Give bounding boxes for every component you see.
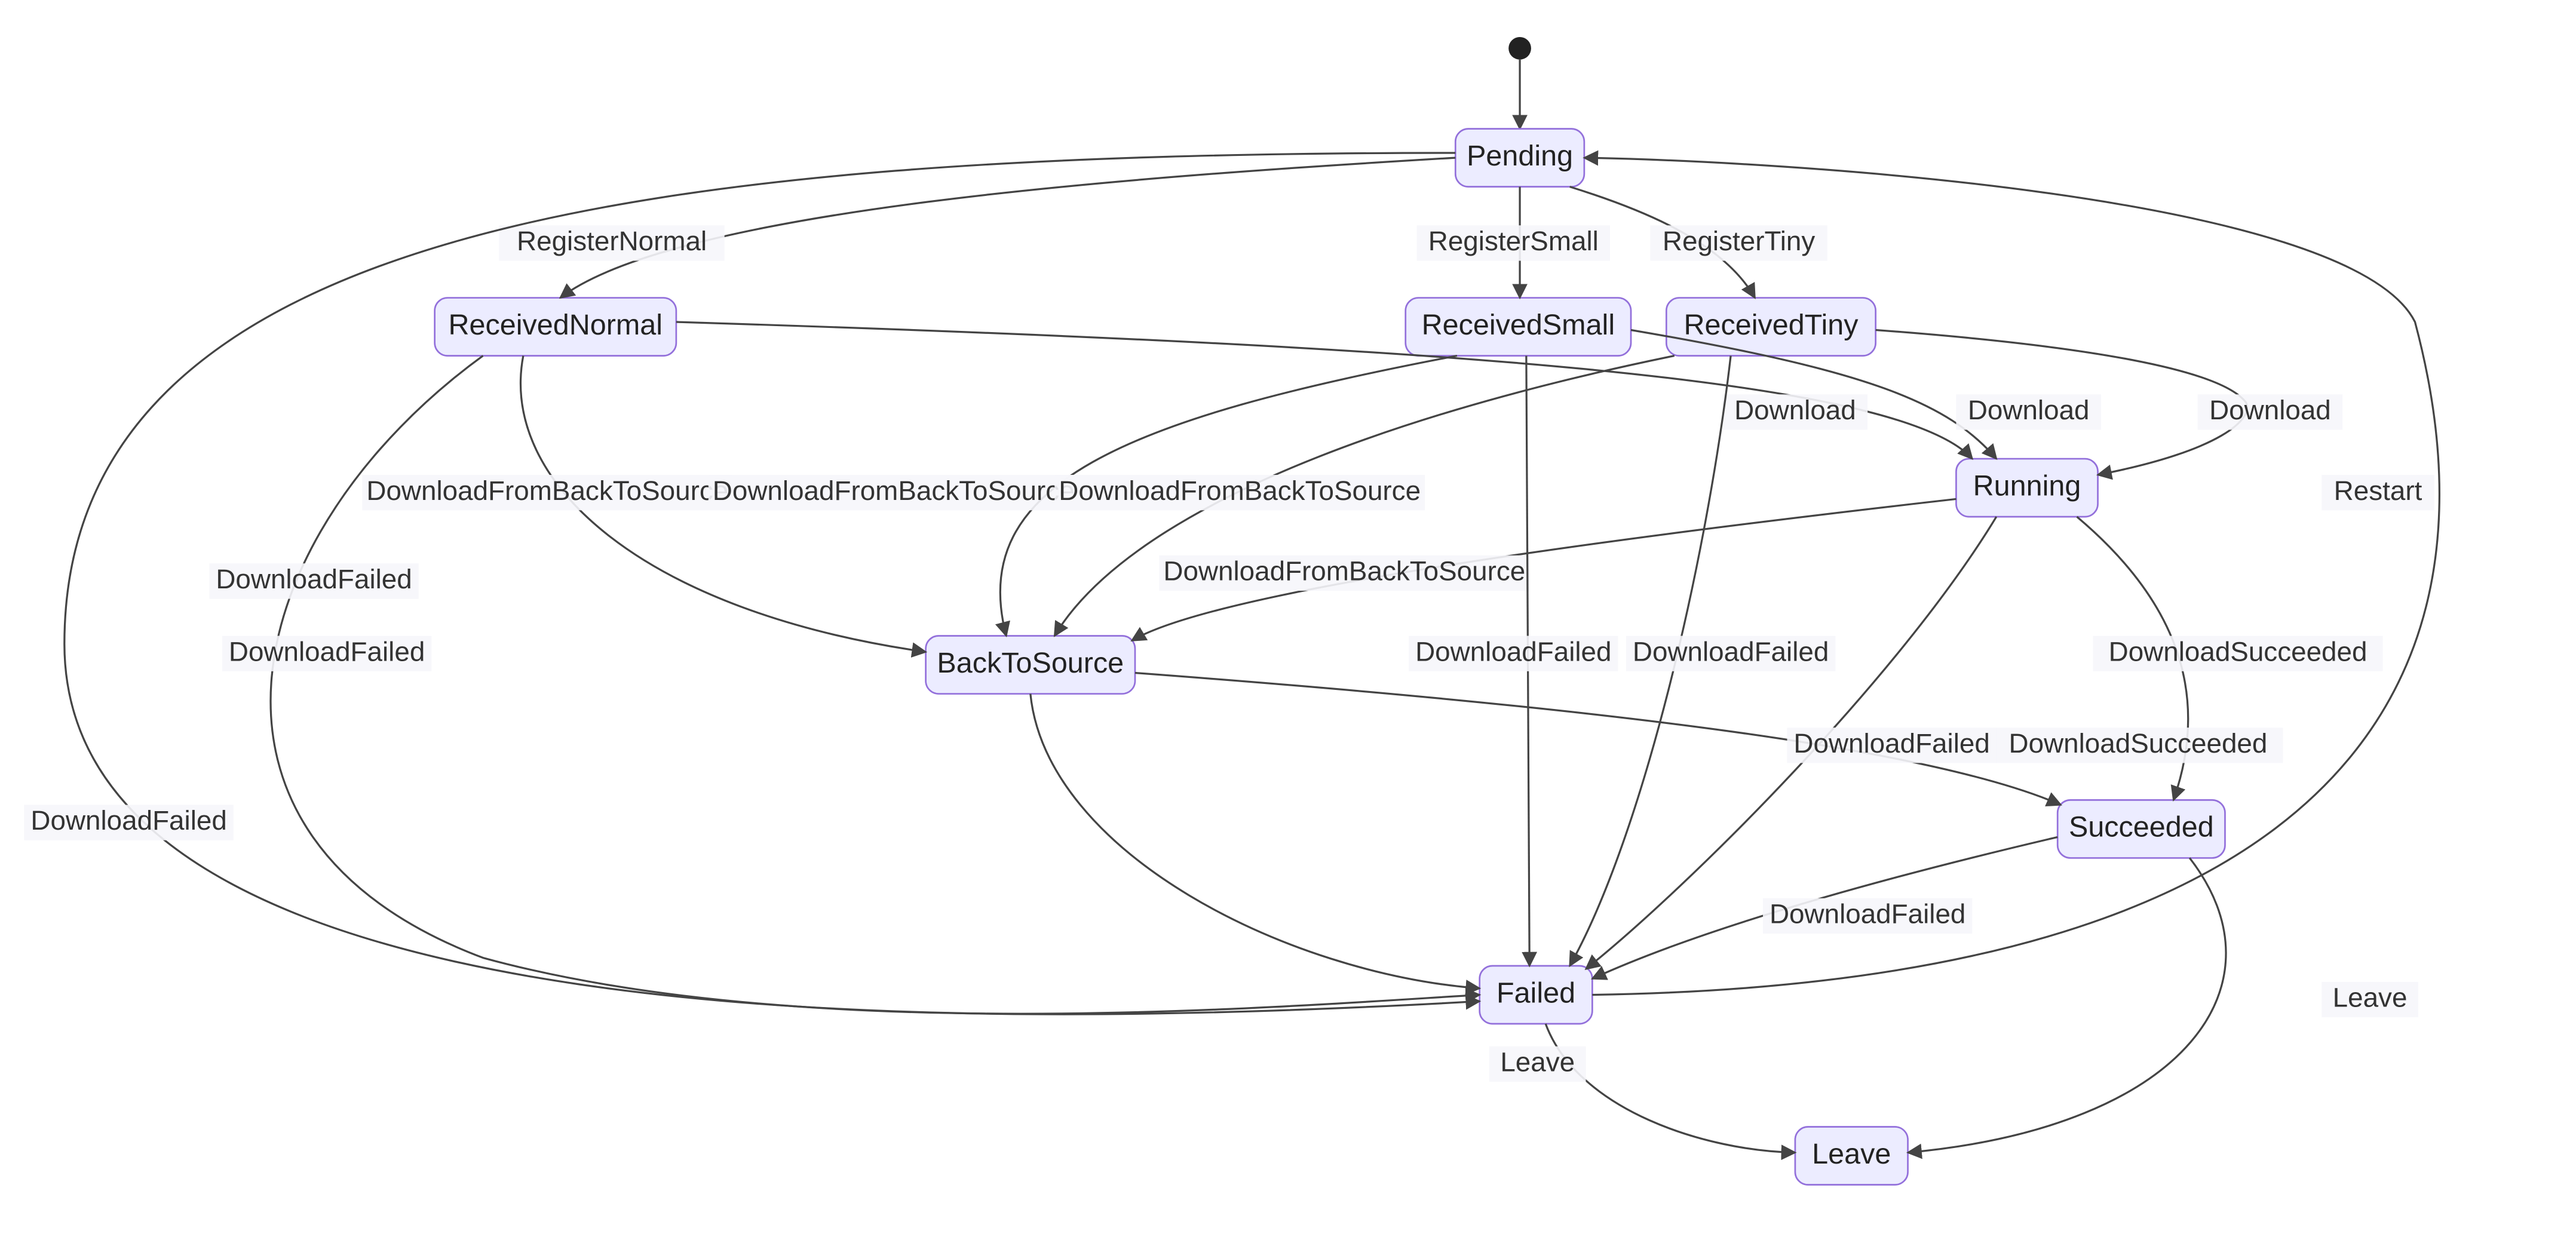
edge-label-dl-succeeded-1: DownloadSucceeded: [2093, 636, 2382, 671]
svg-text:Download: Download: [2209, 395, 2331, 425]
svg-text:DownloadSucceeded: DownloadSucceeded: [2109, 636, 2368, 667]
edge-label-dfbts-2: DownloadFromBackToSource: [709, 475, 1079, 510]
state-pending-label: Pending: [1467, 140, 1573, 172]
edge-label-register-normal: RegisterNormal: [499, 225, 724, 260]
start-node: [1508, 37, 1531, 60]
state-received-small-label: ReceivedSmall: [1422, 309, 1615, 341]
svg-text:DownloadFailed: DownloadFailed: [1415, 636, 1611, 667]
state-succeeded: Succeeded: [2057, 800, 2225, 858]
state-running: Running: [1956, 459, 2097, 517]
edge-label-dfbts-1: DownloadFromBackToSource: [362, 475, 732, 510]
svg-text:DownloadFromBackToSource: DownloadFromBackToSource: [1163, 556, 1525, 587]
state-received-tiny-label: ReceivedTiny: [1683, 309, 1859, 341]
svg-text:DownloadFailed: DownloadFailed: [1770, 899, 1965, 929]
edge-label-dl-succeeded-2: DownloadSucceeded: [1993, 728, 2283, 763]
edge-label-download-2: Download: [1956, 394, 2101, 429]
edge-label-dlfailed-rs: DownloadFailed: [1409, 636, 1618, 671]
edge-label-dlfailed-bts: DownloadFailed: [222, 636, 431, 671]
svg-text:RegisterSmall: RegisterSmall: [1428, 226, 1599, 256]
svg-text:RegisterNormal: RegisterNormal: [517, 226, 707, 256]
edge-label-download-1: Download: [1723, 394, 1868, 429]
svg-text:DownloadFailed: DownloadFailed: [229, 636, 425, 667]
state-failed: Failed: [1480, 966, 1593, 1024]
state-running-label: Running: [1973, 469, 2081, 502]
edge-label-dlfailed-run: DownloadFailed: [1787, 728, 1996, 763]
edge-label-leave-s: Leave: [2322, 982, 2418, 1017]
edge-label-dfbts-4: DownloadFromBackToSource: [1159, 555, 1529, 591]
edge-label-dlfailed-pend: DownloadFailed: [24, 805, 233, 840]
state-succeeded-label: Succeeded: [2069, 811, 2214, 843]
svg-text:DownloadFromBackToSource: DownloadFromBackToSource: [713, 475, 1075, 506]
state-back-to-source-label: BackToSource: [937, 647, 1124, 679]
state-diagram: Pending ReceivedNormal ReceivedSmall Rec…: [0, 0, 2576, 1239]
edge-label-dlfailed-rt: DownloadFailed: [1626, 636, 1835, 671]
state-received-normal: ReceivedNormal: [435, 298, 676, 356]
svg-text:DownloadFailed: DownloadFailed: [216, 564, 412, 594]
svg-text:DownloadFailed: DownloadFailed: [1793, 728, 1989, 759]
edge-label-download-3: Download: [2198, 394, 2343, 429]
svg-text:DownloadFailed: DownloadFailed: [1633, 636, 1829, 667]
edge-failed-leave: [1545, 1024, 1795, 1153]
svg-text:Download: Download: [1968, 395, 2090, 425]
svg-text:DownloadSucceeded: DownloadSucceeded: [2009, 728, 2268, 759]
edge-label-dfbts-3: DownloadFromBackToSource: [1054, 475, 1425, 510]
state-received-tiny: ReceivedTiny: [1666, 298, 1875, 356]
state-pending: Pending: [1455, 129, 1584, 187]
edge-bts-failed: [1031, 694, 1480, 989]
state-back-to-source: BackToSource: [926, 636, 1135, 694]
state-leave: Leave: [1795, 1127, 1908, 1184]
edge-label-register-small: RegisterSmall: [1417, 225, 1610, 260]
state-received-small: ReceivedSmall: [1406, 298, 1631, 356]
edge-failed-pending: [1584, 158, 2440, 995]
svg-text:RegisterTiny: RegisterTiny: [1663, 226, 1815, 256]
svg-text:DownloadFromBackToSource: DownloadFromBackToSource: [366, 475, 728, 506]
svg-text:Leave: Leave: [1500, 1046, 1575, 1077]
edge-rn-failed: [271, 356, 1480, 1014]
edge-label-dlfailed-rn: DownloadFailed: [209, 563, 418, 598]
edge-label-restart: Restart: [2322, 475, 2434, 510]
state-failed-label: Failed: [1496, 977, 1575, 1009]
svg-text:Restart: Restart: [2334, 475, 2422, 506]
state-leave-label: Leave: [1812, 1138, 1891, 1170]
edge-label-leave-f: Leave: [1489, 1046, 1586, 1082]
svg-text:DownloadFromBackToSource: DownloadFromBackToSource: [1059, 475, 1421, 506]
svg-text:DownloadFailed: DownloadFailed: [30, 805, 226, 836]
edge-label-register-tiny: RegisterTiny: [1650, 225, 1827, 260]
svg-text:Download: Download: [1734, 395, 1856, 425]
edge-label-dlfailed-succ: DownloadFailed: [1763, 898, 1972, 934]
svg-text:Leave: Leave: [2333, 983, 2408, 1013]
state-received-normal-label: ReceivedNormal: [449, 309, 663, 341]
